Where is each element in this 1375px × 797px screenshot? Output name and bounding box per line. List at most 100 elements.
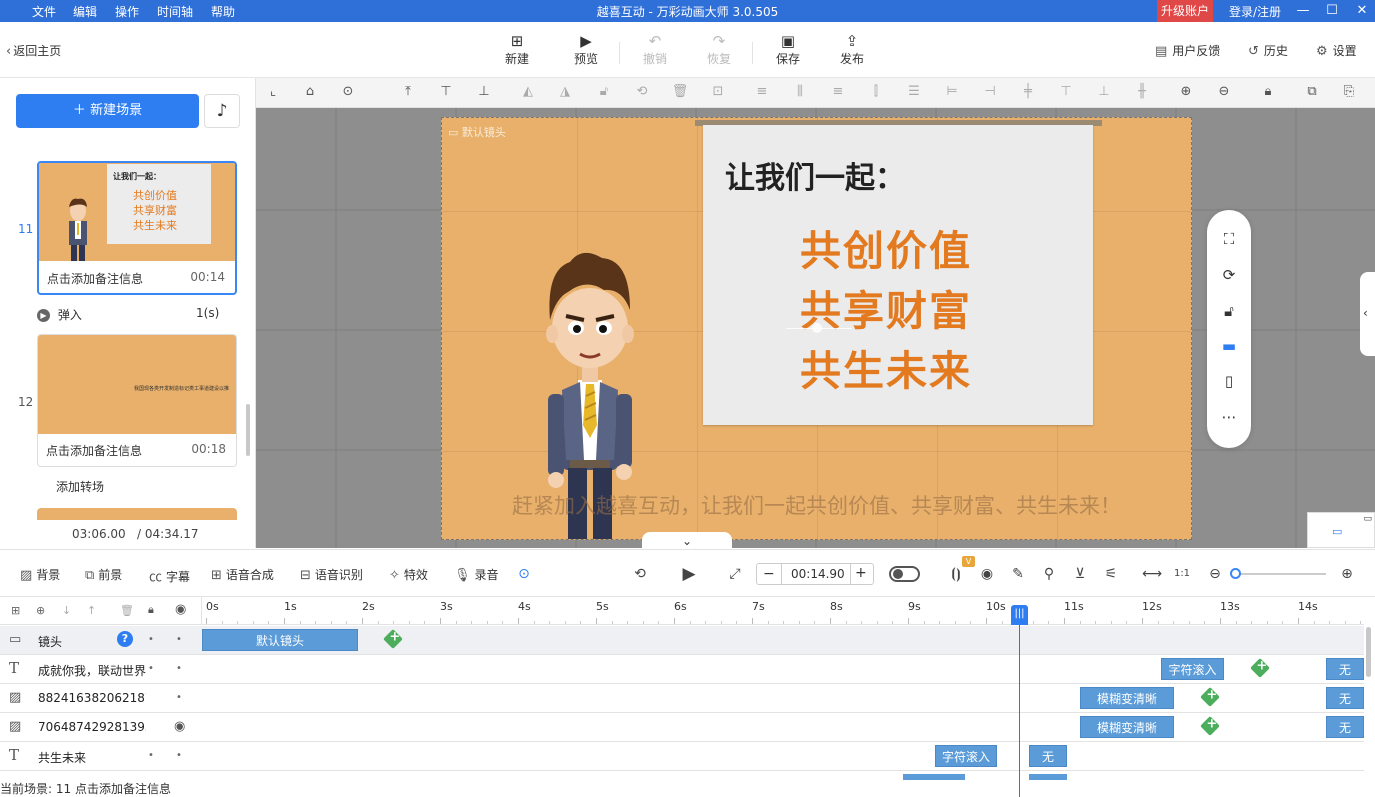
zoom-out-icon[interactable]: ⊖ (1205, 564, 1225, 584)
spacing-icon[interactable]: ╫ (1133, 83, 1151, 101)
background-button[interactable]: ▨ 背景 (20, 566, 60, 583)
edit-icon[interactable]: ✎ (1008, 564, 1028, 584)
save-button[interactable]: ▣ 保存 (768, 32, 808, 67)
track-row-camera[interactable]: ▭ 镜头 ? • • 默认镜头 (0, 626, 1364, 655)
move-up-icon[interactable]: ↑ (87, 604, 96, 617)
play-icon[interactable]: ▶ (679, 564, 699, 584)
scene-card-12[interactable]: 我国现各类开发制造标记类工事道建设以推 点击添加备注信息 00:18 (37, 334, 237, 467)
plus-icon[interactable]: + (855, 565, 867, 581)
timeline-clip[interactable]: 无 (1326, 658, 1364, 680)
lock-icon[interactable]: 🔓︎ (595, 83, 613, 101)
add-keyframe-icon[interactable] (1200, 716, 1220, 736)
eye-icon[interactable]: ◉ (175, 602, 186, 617)
eye-icon[interactable]: ◉ (174, 719, 185, 734)
align-bottom-edge-icon[interactable]: ⊣ (981, 83, 999, 101)
adjust-icon[interactable]: ⚟ (1101, 564, 1121, 584)
zoom-out-icon[interactable]: ⊖ (1215, 83, 1233, 101)
stage[interactable]: ▭ 默认镜头 让我们一起： 共创价值 共享财富 共生未来 赶紧加入越喜互动，让我… (441, 117, 1192, 540)
more-tools-icon[interactable]: ⊙ (514, 564, 534, 584)
move-up-icon[interactable]: ⊤ (437, 83, 455, 101)
dot-icon[interactable]: • (148, 663, 154, 674)
replay-icon[interactable]: ⟲ (630, 564, 650, 584)
timeline-clip[interactable]: 模糊变清晰 (1080, 716, 1174, 738)
dot-icon[interactable]: • (176, 634, 182, 645)
move-down-icon[interactable]: ↓ (62, 604, 71, 617)
zoom-in-icon[interactable]: ⊕ (1177, 83, 1195, 101)
scene-note[interactable]: 点击添加备注信息 (46, 442, 142, 459)
dot-icon[interactable]: • (176, 692, 182, 703)
settings-button[interactable]: ⚙ 设置 (1316, 42, 1357, 59)
timeline-clip[interactable]: 字符滚入 (1161, 658, 1224, 680)
ruler-icon[interactable]: ⌞ (264, 83, 282, 101)
filter-icon[interactable]: ⊻ (1070, 564, 1090, 584)
time-stepper[interactable]: − 00:14.90 + (756, 563, 874, 585)
home-icon[interactable]: ⌂ (301, 83, 319, 101)
music-button[interactable]: ♪ (204, 94, 240, 128)
mobile-icon[interactable]: ▯ (1207, 372, 1251, 390)
unlock-icon[interactable]: 🔓︎ (1207, 302, 1251, 320)
paste-icon[interactable]: ⎘ (1340, 83, 1358, 101)
align-top-edge-icon[interactable]: ⊨ (943, 83, 961, 101)
collapse-stage-button[interactable]: ⌄ (642, 532, 732, 550)
dot-icon[interactable]: • (148, 750, 154, 761)
more-options-icon[interactable]: ⋯ (1207, 408, 1251, 426)
scene-scrollbar[interactable] (246, 404, 250, 456)
maximize-icon[interactable]: ☐ (1323, 2, 1341, 20)
align-vcenter-icon[interactable]: ⊤ (1057, 83, 1075, 101)
snap-toggle[interactable] (889, 566, 920, 582)
timeline-clip[interactable]: 无 (1029, 745, 1067, 767)
whiteboard[interactable]: 让我们一起： 共创价值 共享财富 共生未来 (703, 125, 1093, 425)
history-button[interactable]: ↺ 历史 (1248, 42, 1288, 59)
dot-icon[interactable]: • (176, 663, 182, 674)
timeline-clip-partial[interactable] (1029, 774, 1067, 780)
minimize-icon[interactable]: — (1294, 2, 1312, 20)
dot-icon[interactable]: • (148, 634, 154, 645)
fit-width-icon[interactable]: ⟷ (1142, 564, 1162, 584)
align-center-icon[interactable]: ⫼ (791, 83, 809, 101)
zoom-slider-handle[interactable] (1230, 568, 1241, 579)
more-icon[interactable]: ⊙ (339, 83, 357, 101)
subtitle-caption[interactable]: 赶紧加入越喜互动，让我们一起共创价值、共享财富、共生未来！ (442, 490, 1191, 520)
add-keyframe-icon[interactable] (1250, 658, 1270, 678)
flip-vertical-icon[interactable]: ◮ (556, 83, 574, 101)
minimap-close-icon[interactable]: ▭ (1363, 514, 1372, 524)
dot-icon[interactable]: • (176, 750, 182, 761)
align-middle-icon[interactable]: ╪ (1019, 83, 1037, 101)
track-row[interactable]: ▨ 882416382062187 • 模糊变清晰 无 (0, 684, 1364, 713)
redo-button[interactable]: ↷ 恢复 (699, 32, 739, 67)
upgrade-button[interactable]: 升级账户 (1157, 0, 1213, 22)
align-top-icon[interactable]: ⤒ (399, 83, 417, 101)
tts-button[interactable]: ⊞ 语音合成 (211, 566, 274, 583)
selection-handle[interactable] (812, 323, 822, 333)
align-right-icon[interactable]: ≡ (829, 83, 847, 101)
rotate-icon[interactable]: ⟲ (633, 83, 651, 101)
track-row[interactable]: T 共生未来 • • 字符滚入 无 (0, 742, 1364, 771)
timeline-clip[interactable]: 模糊变清晰 (1080, 687, 1174, 709)
distribute-h-icon[interactable]: ⫿ (867, 83, 885, 101)
track-row[interactable]: T 成就你我，联动世界 • • 字符滚入 无 (0, 655, 1364, 684)
add-keyframe-icon[interactable] (383, 629, 403, 649)
playhead-handle[interactable]: ||| (1011, 605, 1028, 625)
feedback-button[interactable]: ▤ 用户反馈 (1155, 42, 1220, 59)
asr-button[interactable]: ⊟ 语音识别 (300, 566, 363, 583)
screenshot-icon[interactable]: ◉ (977, 564, 997, 584)
align-bottom-icon[interactable]: ⊥ (1095, 83, 1113, 101)
lock-icon[interactable]: 🔒︎ (148, 603, 154, 617)
new-button[interactable]: ⊞ 新建 (497, 32, 537, 67)
foreground-button[interactable]: ⧉ 前景 (85, 566, 122, 583)
preview-button[interactable]: ▶ 预览 (566, 32, 606, 67)
transition-item[interactable]: ▶ 弹入 (37, 306, 82, 323)
timeline-scrollbar[interactable] (1366, 627, 1371, 677)
current-time-value[interactable]: 00:14.90 (791, 567, 845, 581)
align-left-icon[interactable]: ≡ (753, 83, 771, 101)
add-transition-button[interactable]: 添加转场 (56, 478, 104, 495)
add-folder-icon[interactable]: ⊕ (36, 604, 45, 617)
zoom-in-icon[interactable]: ⊕ (1337, 564, 1357, 584)
crop-icon[interactable]: ⊡ (709, 83, 727, 101)
close-icon[interactable]: ✕ (1353, 2, 1371, 20)
effects-button[interactable]: ✧ 特效 (389, 566, 428, 583)
move-down-icon[interactable]: ⊥ (475, 83, 493, 101)
fit-screen-icon[interactable]: ⛶ (1207, 230, 1251, 248)
stamp-icon[interactable]: ⚲ (1039, 564, 1059, 584)
trash-icon[interactable]: 🗑︎ (120, 604, 134, 617)
